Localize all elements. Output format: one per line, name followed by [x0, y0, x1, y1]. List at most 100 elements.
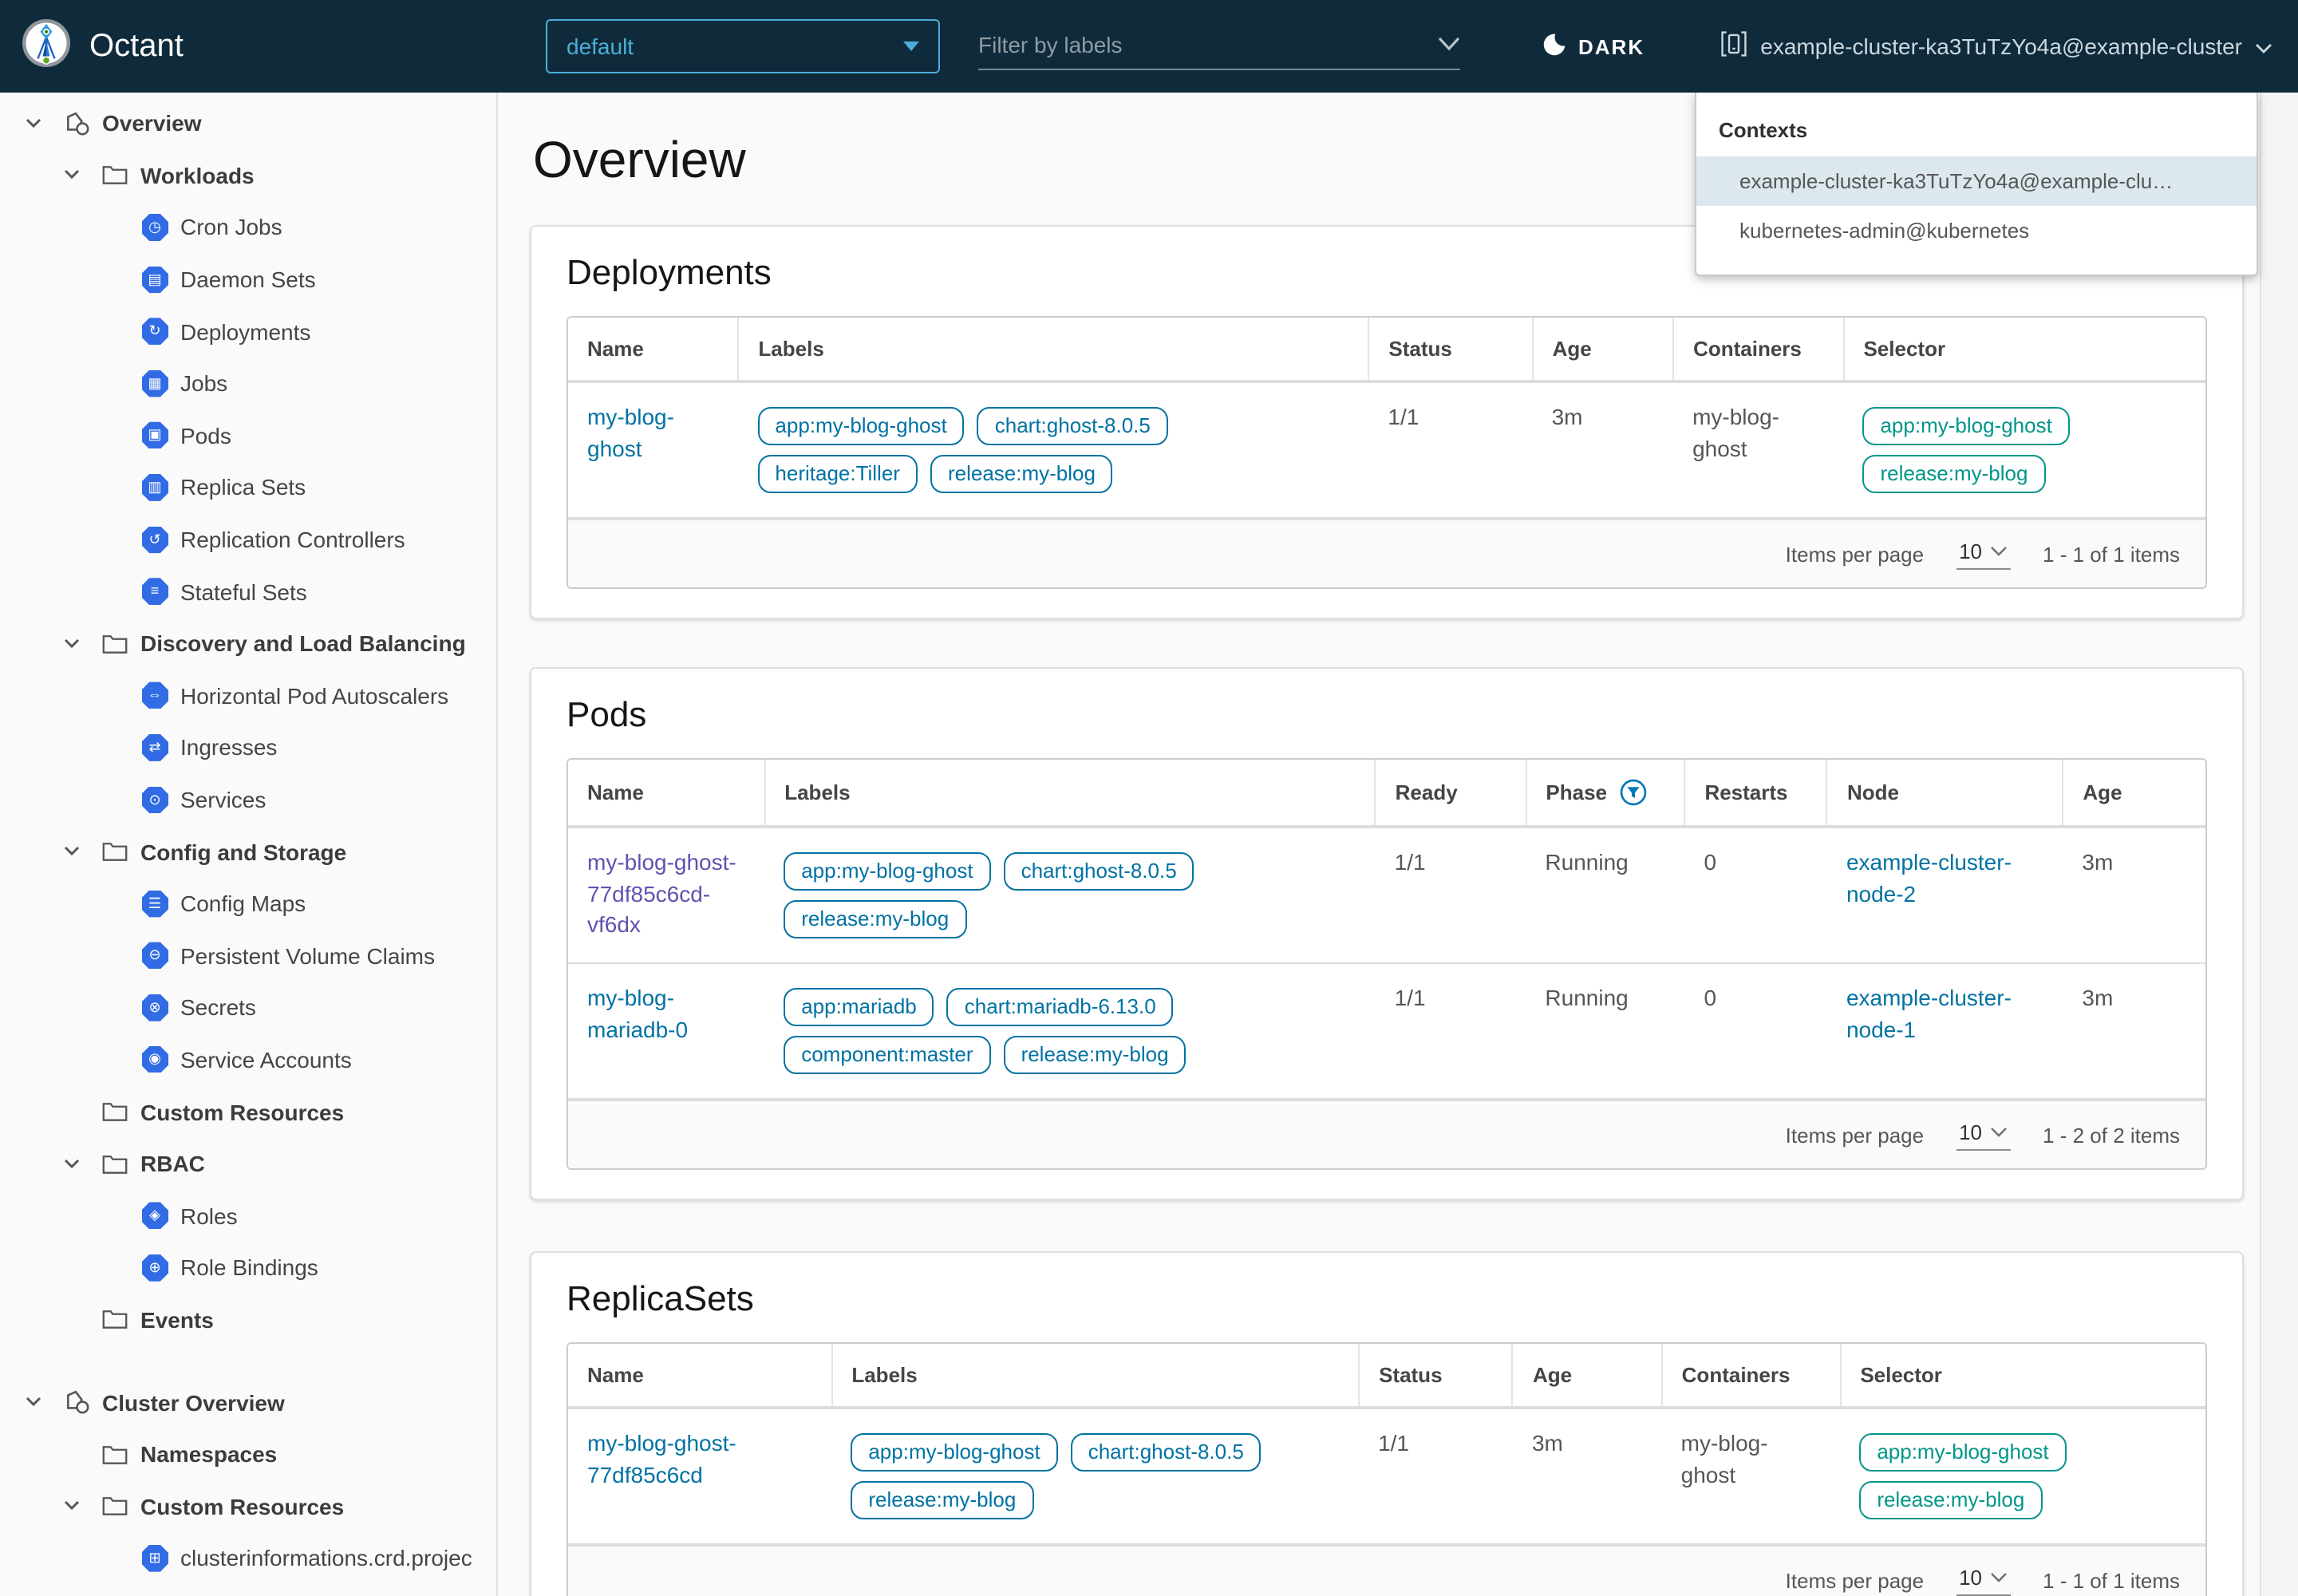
sidebar-item-jobs[interactable]: Jobs: [0, 358, 496, 409]
selector-tag[interactable]: release:my-blog: [1859, 1481, 2042, 1519]
sidebar-item-events[interactable]: Events: [0, 1294, 496, 1345]
replication-controller-icon: [140, 526, 169, 553]
replicaset-name-link[interactable]: my-blog-ghost-77df85c6cd: [587, 1430, 736, 1487]
sidebar-item-services[interactable]: Services: [0, 773, 496, 825]
pod-icon: [140, 422, 169, 449]
sidebar-item-daemon-sets[interactable]: Daemon Sets: [0, 254, 496, 306]
label-tag[interactable]: chart:ghost-8.0.5: [1071, 1433, 1262, 1472]
filter-chevron-icon[interactable]: [1438, 30, 1460, 59]
chevron-down-icon: [1990, 1571, 2008, 1582]
role-binding-icon: [140, 1254, 169, 1282]
chevron-down-icon[interactable]: [26, 118, 41, 129]
pod-name-link[interactable]: my-blog-mariadb-0: [587, 985, 688, 1041]
sidebar-item-label: Events: [140, 1307, 214, 1333]
sidebar-item-roles[interactable]: Roles: [0, 1190, 496, 1242]
sidebar-item-discovery-load-balancing[interactable]: Discovery and Load Balancing: [0, 618, 496, 670]
sidebar-item-persistent-volume-claims[interactable]: Persistent Volume Claims: [0, 930, 496, 982]
label-tag[interactable]: release:my-blog: [1004, 1036, 1187, 1074]
sidebar-item-service-accounts[interactable]: Service Accounts: [0, 1033, 496, 1085]
sidebar-item-csidrivers[interactable]: csidrivers.csi.storage.k8s.io: [0, 1584, 496, 1596]
page-size-value: 10: [1959, 1120, 1982, 1144]
context-option-selected[interactable]: example-cluster-ka3TuTzYo4a@example-clu…: [1696, 156, 2257, 206]
sidebar-item-label: Config Maps: [180, 891, 306, 916]
sidebar-item-clusterinformations[interactable]: clusterinformations.crd.projec: [0, 1532, 496, 1584]
sidebar-item-workloads[interactable]: Workloads: [0, 149, 496, 201]
label-tag[interactable]: release:my-blog: [784, 900, 966, 938]
job-icon: [140, 370, 169, 397]
scroll-gutter[interactable]: [2260, 93, 2298, 1596]
sidebar-item-label: Services: [180, 787, 266, 812]
column-header-ready: Ready: [1376, 760, 1526, 827]
label-tag[interactable]: component:master: [784, 1036, 990, 1074]
restarts-cell: 0: [1684, 827, 1827, 963]
age-cell: 3m: [1513, 1408, 1662, 1543]
pod-name-link[interactable]: my-blog-ghost-77df85c6cd-vf6dx: [587, 849, 736, 937]
chevron-down-icon[interactable]: [64, 1500, 80, 1511]
sidebar-item-deployments[interactable]: Deployments: [0, 306, 496, 358]
selector-tag[interactable]: release:my-blog: [1862, 455, 2045, 493]
items-per-page-select[interactable]: 10: [1956, 1565, 2011, 1595]
label-tag[interactable]: release:my-blog: [851, 1481, 1033, 1519]
label-tag[interactable]: app:my-blog-ghost: [757, 407, 964, 445]
label-tag[interactable]: chart:mariadb-6.13.0: [947, 988, 1174, 1026]
deployment-name-link[interactable]: my-blog-ghost: [587, 404, 674, 460]
chevron-down-icon[interactable]: [64, 638, 80, 649]
selector-tag[interactable]: app:my-blog-ghost: [1862, 407, 2069, 445]
folder-icon: [101, 1444, 129, 1464]
theme-toggle[interactable]: DARK: [1542, 0, 1645, 93]
sidebar-item-cluster-custom-resources[interactable]: Custom Resources: [0, 1480, 496, 1532]
folder-icon: [101, 633, 129, 654]
context-selector[interactable]: example-cluster-ka3TuTzYo4a@example-clus…: [1720, 0, 2272, 93]
label-filter: [978, 21, 1460, 70]
chevron-down-icon[interactable]: [64, 170, 80, 181]
pods-card: Pods Name Labels Ready Phase: [530, 667, 2244, 1200]
chevron-down-icon[interactable]: [64, 846, 80, 857]
sidebar-item-custom-resources[interactable]: Custom Resources: [0, 1086, 496, 1138]
sidebar-item-label: Replication Controllers: [180, 527, 405, 552]
sidebar-item-label: Role Bindings: [180, 1255, 318, 1281]
filter-icon[interactable]: [1620, 779, 1647, 806]
label-tag[interactable]: app:my-blog-ghost: [784, 852, 990, 891]
pagination-range: 1 - 1 of 1 items: [2043, 1568, 2180, 1592]
table-header-row: Name Labels Ready Phase: [568, 760, 2205, 827]
sidebar-item-replica-sets[interactable]: Replica Sets: [0, 461, 496, 513]
node-link[interactable]: example-cluster-node-1: [1846, 985, 2012, 1041]
sidebar-item-secrets[interactable]: Secrets: [0, 982, 496, 1033]
sidebar-item-config-and-storage[interactable]: Config and Storage: [0, 826, 496, 878]
chevron-down-icon: [1990, 1126, 2008, 1137]
label-tag[interactable]: app:my-blog-ghost: [851, 1433, 1057, 1472]
label-tag[interactable]: release:my-blog: [930, 455, 1113, 493]
sidebar-item-rbac[interactable]: RBAC: [0, 1138, 496, 1190]
namespace-select[interactable]: default: [546, 19, 940, 73]
pagination-range: 1 - 2 of 2 items: [2043, 1123, 2180, 1147]
sidebar-item-horizontal-pod-autoscalers[interactable]: Horizontal Pod Autoscalers: [0, 670, 496, 721]
label-tag[interactable]: heritage:Tiller: [757, 455, 918, 493]
selector-tag[interactable]: app:my-blog-ghost: [1859, 1433, 2066, 1472]
label-tag[interactable]: chart:ghost-8.0.5: [977, 407, 1168, 445]
pods-card-title: Pods: [567, 694, 2207, 736]
sidebar-item-stateful-sets[interactable]: Stateful Sets: [0, 566, 496, 618]
items-per-page-select[interactable]: 10: [1956, 1120, 2011, 1150]
column-header-phase: Phase: [1526, 760, 1684, 827]
sidebar-item-role-bindings[interactable]: Role Bindings: [0, 1242, 496, 1294]
label-tag[interactable]: app:mariadb: [784, 988, 934, 1026]
chevron-down-icon[interactable]: [26, 1396, 41, 1408]
sidebar-item-ingresses[interactable]: Ingresses: [0, 721, 496, 773]
node-link[interactable]: example-cluster-node-2: [1846, 849, 2012, 906]
sidebar-item-namespaces[interactable]: Namespaces: [0, 1428, 496, 1480]
sidebar-item-config-maps[interactable]: Config Maps: [0, 878, 496, 930]
context-label: example-cluster-ka3TuTzYo4a@example-clus…: [1760, 34, 2242, 59]
applications-icon: [62, 110, 91, 137]
sidebar-item-pods[interactable]: Pods: [0, 409, 496, 461]
column-header-node: Node: [1827, 760, 2063, 827]
sidebar-item-overview[interactable]: Overview: [0, 97, 496, 149]
label-tag[interactable]: chart:ghost-8.0.5: [1004, 852, 1194, 891]
sidebar-item-cron-jobs[interactable]: Cron Jobs: [0, 201, 496, 253]
context-option[interactable]: kubernetes-admin@kubernetes: [1696, 206, 2257, 255]
items-per-page-select[interactable]: 10: [1956, 539, 2011, 569]
sidebar-item-cluster-overview[interactable]: Cluster Overview: [0, 1377, 496, 1428]
label-filter-input[interactable]: [978, 32, 1401, 57]
sidebar-item-replication-controllers[interactable]: Replication Controllers: [0, 514, 496, 566]
chevron-down-icon[interactable]: [64, 1158, 80, 1169]
pagination-footer: Items per page 10 1 - 2 of 2 items: [568, 1098, 2205, 1168]
